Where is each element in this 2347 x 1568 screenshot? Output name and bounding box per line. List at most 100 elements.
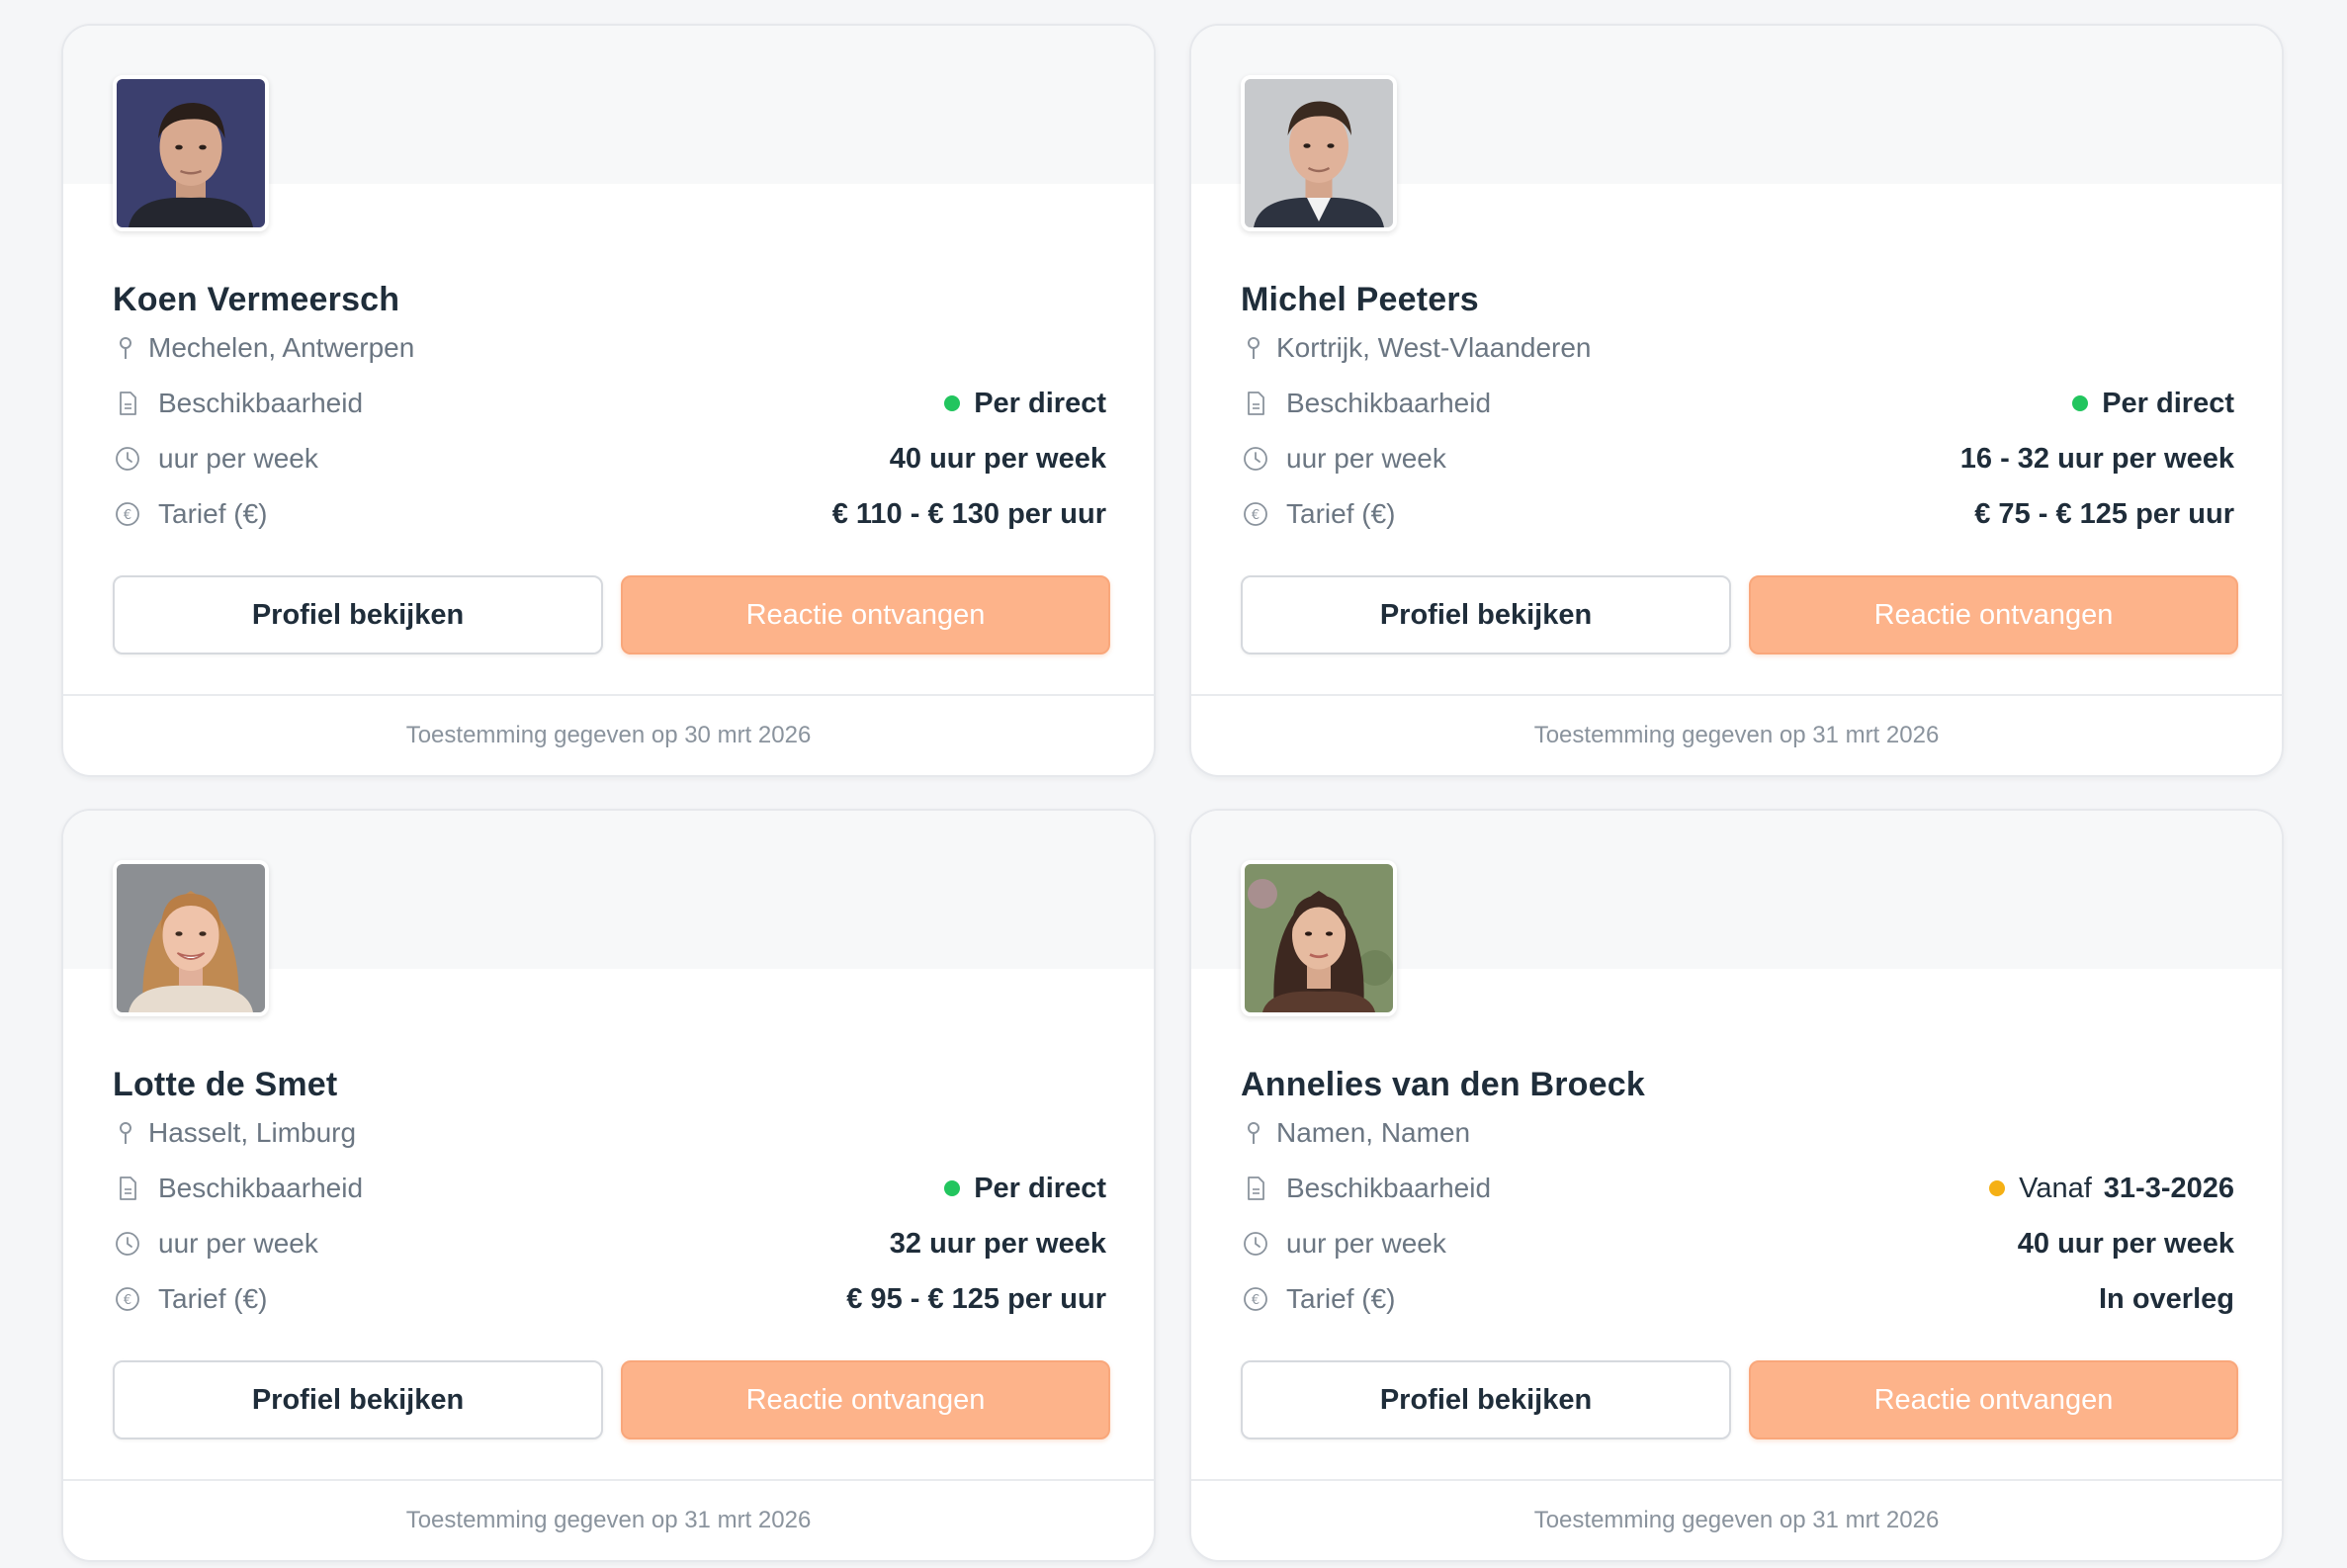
availability-row: Beschikbaarheid Per direct: [1241, 384, 2234, 423]
availability-label: Beschikbaarheid: [1286, 1173, 1492, 1203]
hours-row: uur per week 16 - 32 uur per week: [1241, 439, 2234, 479]
status-dot-icon: [2072, 395, 2089, 411]
hours-value: 16 - 32 uur per week: [1959, 442, 2234, 475]
rate-label: Tarief (€): [158, 1283, 268, 1314]
rate-row: € Tarief (€) € 110 - € 130 per uur: [113, 494, 1106, 534]
availability-value: Per direct: [944, 1173, 1106, 1205]
clock-icon: [1244, 447, 1267, 471]
view-profile-button[interactable]: Profiel bekijken: [113, 575, 603, 654]
svg-text:€: €: [124, 1293, 131, 1308]
location-text: Namen, Namen: [1276, 1117, 1471, 1148]
consent-text: Toestemming gegeven op 31 mrt 2026: [1533, 1507, 1940, 1533]
availability-prefix: Vanaf: [2019, 1172, 2092, 1204]
response-received-button[interactable]: Reactie ontvangen: [621, 1360, 1110, 1439]
availability-text: Per direct: [974, 387, 1106, 419]
avatar-photo: [117, 79, 265, 227]
hours-label: uur per week: [158, 1228, 318, 1259]
location-pin-icon: [120, 1122, 131, 1144]
hours-value: 32 uur per week: [889, 1227, 1106, 1260]
consent-text: Toestemming gegeven op 31 mrt 2026: [405, 1507, 812, 1533]
consent-text: Toestemming gegeven op 30 mrt 2026: [405, 722, 812, 748]
svg-text:€: €: [1252, 1293, 1260, 1308]
svg-text:€: €: [124, 508, 131, 523]
rate-label: Tarief (€): [158, 498, 268, 529]
document-icon: [1248, 1176, 1264, 1200]
rate-value: In overleg: [2099, 1282, 2234, 1315]
location-pin-icon: [1248, 337, 1260, 359]
location-pin-icon: [120, 337, 131, 359]
clock-icon: [116, 447, 139, 471]
view-profile-button[interactable]: Profiel bekijken: [1241, 575, 1731, 654]
candidate-name: Annelies van den Broeck: [1241, 1066, 1645, 1103]
response-received-button[interactable]: Reactie ontvangen: [621, 575, 1110, 654]
location-text: Mechelen, Antwerpen: [148, 332, 415, 363]
euro-icon: €: [1244, 1287, 1267, 1311]
availability-text: Per direct: [974, 1172, 1106, 1204]
clock-icon: [1244, 1232, 1267, 1256]
rate-value: € 110 - € 130 per uur: [831, 497, 1106, 530]
candidate-location: Mechelen, Antwerpen: [115, 332, 414, 364]
document-icon: [120, 1176, 136, 1200]
consent-footer: Toestemming gegeven op 31 mrt 2026: [1191, 694, 2282, 775]
view-profile-button[interactable]: Profiel bekijken: [113, 1360, 603, 1439]
euro-icon: €: [116, 1287, 139, 1311]
response-received-button[interactable]: Reactie ontvangen: [1749, 575, 2238, 654]
availability-value: Per direct: [2072, 388, 2234, 420]
consent-footer: Toestemming gegeven op 30 mrt 2026: [63, 694, 1154, 775]
avatar-photo: [117, 864, 265, 1012]
candidate-grid: Koen Vermeersch Mechelen, Antwerpen Besc…: [0, 0, 2347, 1568]
document-icon: [120, 392, 136, 415]
hours-row: uur per week 32 uur per week: [113, 1224, 1106, 1263]
avatar-photo: [1245, 864, 1393, 1012]
view-profile-button[interactable]: Profiel bekijken: [1241, 1360, 1731, 1439]
status-dot-icon: [1989, 1180, 2006, 1196]
candidate-card: Annelies van den Broeck Namen, Namen Bes…: [1189, 809, 2284, 1562]
availability-label: Beschikbaarheid: [1286, 388, 1492, 418]
candidate-card: Lotte de Smet Hasselt, Limburg Beschikba…: [61, 809, 1156, 1562]
rate-row: € Tarief (€) € 75 - € 125 per uur: [1241, 494, 2234, 534]
hours-value: 40 uur per week: [889, 442, 1106, 475]
hours-row: uur per week 40 uur per week: [113, 439, 1106, 479]
candidate-location: Kortrijk, West-Vlaanderen: [1243, 332, 1592, 364]
candidate-location: Hasselt, Limburg: [115, 1117, 356, 1149]
hours-label: uur per week: [158, 443, 318, 474]
candidate-name: Koen Vermeersch: [113, 281, 400, 318]
avatar: [113, 860, 269, 1016]
availability-value: Vanaf 31-3-2026: [1989, 1173, 2234, 1205]
status-dot-icon: [944, 1180, 961, 1196]
availability-row: Beschikbaarheid Vanaf 31-3-2026: [1241, 1169, 2234, 1208]
consent-footer: Toestemming gegeven op 31 mrt 2026: [63, 1479, 1154, 1560]
availability-label: Beschikbaarheid: [158, 1173, 364, 1203]
status-dot-icon: [944, 395, 961, 411]
avatar: [113, 75, 269, 231]
availability-label: Beschikbaarheid: [158, 388, 364, 418]
euro-icon: €: [116, 502, 139, 526]
avatar: [1241, 75, 1397, 231]
document-icon: [1248, 392, 1264, 415]
euro-icon: €: [1244, 502, 1267, 526]
candidate-location: Namen, Namen: [1243, 1117, 1470, 1149]
location-pin-icon: [1248, 1122, 1260, 1144]
rate-value: € 95 - € 125 per uur: [846, 1282, 1106, 1315]
avatar-photo: [1245, 79, 1393, 227]
avatar: [1241, 860, 1397, 1016]
response-received-button[interactable]: Reactie ontvangen: [1749, 1360, 2238, 1439]
svg-text:€: €: [1252, 508, 1260, 523]
hours-row: uur per week 40 uur per week: [1241, 1224, 2234, 1263]
candidate-card: Michel Peeters Kortrijk, West-Vlaanderen…: [1189, 24, 2284, 777]
rate-label: Tarief (€): [1286, 1283, 1396, 1314]
availability-row: Beschikbaarheid Per direct: [113, 384, 1106, 423]
rate-row: € Tarief (€) € 95 - € 125 per uur: [113, 1279, 1106, 1319]
rate-value: € 75 - € 125 per uur: [1974, 497, 2234, 530]
clock-icon: [116, 1232, 139, 1256]
consent-text: Toestemming gegeven op 31 mrt 2026: [1533, 722, 1940, 748]
consent-footer: Toestemming gegeven op 31 mrt 2026: [1191, 1479, 2282, 1560]
rate-row: € Tarief (€) In overleg: [1241, 1279, 2234, 1319]
availability-value: Per direct: [944, 388, 1106, 420]
availability-text: Per direct: [2102, 387, 2234, 419]
hours-label: uur per week: [1286, 443, 1446, 474]
location-text: Kortrijk, West-Vlaanderen: [1276, 332, 1592, 363]
candidate-name: Lotte de Smet: [113, 1066, 338, 1103]
hours-value: 40 uur per week: [2017, 1227, 2234, 1260]
availability-row: Beschikbaarheid Per direct: [113, 1169, 1106, 1208]
